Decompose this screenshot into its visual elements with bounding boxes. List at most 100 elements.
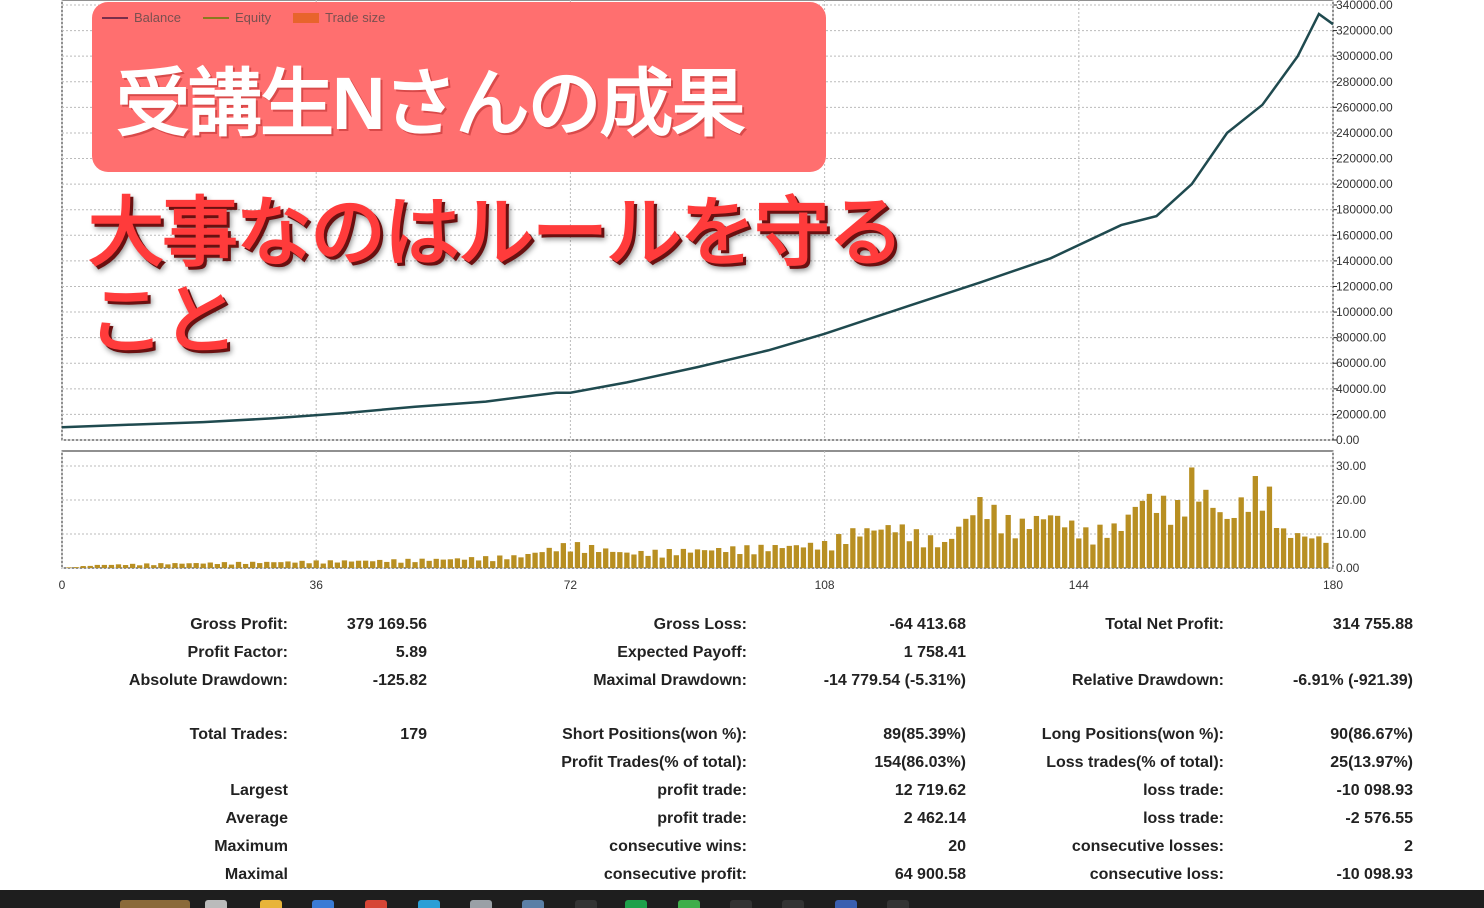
x-tick-label: 72 [564,578,578,592]
trade-size-bar [362,560,369,568]
trade-size-bar [1125,514,1131,568]
trade-size-bar [857,536,863,568]
taskbar-app4-icon[interactable] [678,900,700,908]
y-tick-label: 20.00 [1336,493,1366,507]
trade-size-bar [1273,528,1280,568]
stat-label: consecutive loss: [1089,866,1224,883]
trade-size-bar [829,550,835,568]
trade-size-bar [1217,512,1223,568]
taskbar-folder-icon[interactable] [260,900,282,908]
trade-size-bar [1062,527,1068,568]
taskbar-mail-icon[interactable] [312,900,334,908]
trade-size-bar [595,552,602,568]
trade-size-bar [1083,527,1089,568]
trade-size-bar [327,560,333,568]
stat-value: 20 [948,838,966,855]
trade-size-bar [1175,500,1181,568]
trade-size-bar [694,549,701,568]
taskbar-sheet-icon[interactable] [625,900,647,908]
stat-value: 89(85.39%) [883,726,966,743]
taskbar-app5-icon[interactable] [835,900,857,908]
trade-size-bar [850,528,856,568]
trade-size-bar [490,561,496,568]
stat-label: loss trade: [1143,810,1224,827]
overlay-message: 大事なのはルールを守る こと [88,190,948,366]
taskbar-app2-icon[interactable] [470,900,492,908]
stat-value: 1 758.41 [903,644,966,661]
stat-value: -14 779.54 (-5.31%) [823,672,966,689]
trade-size-bar [242,563,249,568]
trade-size-bar [1266,486,1273,568]
y-tick-label: 300000.00 [1336,49,1393,63]
stat-value [288,695,427,721]
trade-size-bar [751,554,757,568]
stat-value [288,861,427,889]
trade-size-bar [433,558,439,568]
trade-size-bar [998,533,1004,568]
stat-label: consecutive wins: [609,838,747,855]
taskbar-explorer-icon[interactable] [205,900,227,908]
y-tick-label: 10.00 [1336,527,1366,541]
trade-size-bar [1196,501,1202,568]
taskbar-terminal-icon[interactable] [575,900,597,908]
taskbar-terminal2-icon[interactable] [730,900,752,908]
trade-size-bar [1111,523,1117,568]
taskbar-app3-icon[interactable] [522,900,544,908]
trade-size-bar [1033,515,1040,568]
stats-row: Gross Profit: 379 169.56 Gross Loss: -64 41… [60,611,1413,639]
y-tick-label: 320000.00 [1336,24,1393,38]
stat-value [747,695,966,721]
trade-size-bar [624,552,630,568]
trade-size-bar [871,530,877,568]
trade-size-bar [1224,518,1230,568]
trade-size-bar [1118,530,1124,568]
trade-size-bar [878,529,884,568]
trade-size-bar [355,560,362,568]
trade-size-bar [836,534,842,568]
y-tick-label: 340000.00 [1336,0,1393,12]
stats-row: Largest profit trade: 12 719.62 loss trade:… [60,777,1413,805]
trade-size-bar [306,563,312,568]
stat-value: 2 462.14 [903,810,966,827]
trade-size-bar [539,552,545,568]
trade-size-bar [80,566,86,568]
equity-swatch [202,16,229,19]
trade-size-bar [1245,511,1251,568]
trade-size-bar [250,561,256,568]
trade-size-bar [1153,512,1160,568]
trade-size-bar [525,553,531,568]
trade-size-bar [673,555,679,568]
trade-size-bar [151,565,157,568]
trade-size-bar [129,563,136,568]
stat-value [288,805,427,833]
trade-size-bar [1295,533,1301,568]
trade-size-bar [271,562,277,568]
trade-size-bar [1005,514,1011,568]
trade-size-bar [941,541,948,568]
trade-size-bar [772,545,778,568]
trade-size-bar [348,561,355,568]
stat-value: 64 900.58 [894,866,966,883]
taskbar-terminal4-icon[interactable] [887,900,909,908]
taskbar-app-icon[interactable] [120,900,190,908]
legend-label: Balance [134,10,181,25]
trade-size-bar [977,497,983,568]
trade-size-bar [737,554,743,568]
trade-size-bar [1040,519,1047,568]
trade-size-bar [1146,493,1153,568]
taskbar-terminal3-icon[interactable] [782,900,804,908]
stat-value [1224,695,1413,721]
trade-size-bar [786,545,792,568]
taskbar-chrome-icon[interactable] [365,900,387,908]
trade-size-bar [843,544,849,568]
trade-size-bar [906,541,912,568]
trade-size-bar [546,547,552,568]
x-tick-label: 180 [1323,578,1343,592]
trade-size-bar [412,562,418,568]
stat-label: Profit Factor: [187,644,288,661]
trade-size-bar [1259,510,1266,568]
taskbar-edge-icon[interactable] [418,900,440,908]
stat-value [288,833,427,861]
trade-size-bar [334,562,341,568]
trade-size-bar [94,564,100,568]
